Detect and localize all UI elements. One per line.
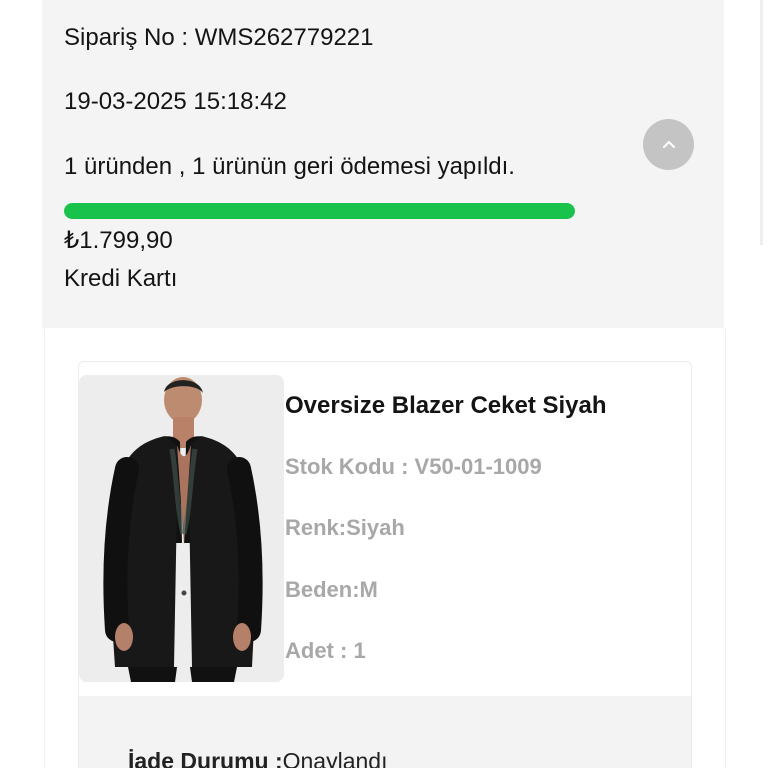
return-status-value: Onaylandı [282, 748, 388, 768]
product-color: Renk:Siyah [285, 515, 405, 540]
order-date: 19-03-2025 15:18:42 [64, 88, 287, 115]
collapse-button[interactable] [643, 119, 694, 170]
return-panel: İade Durumu :Onaylandı [79, 696, 691, 768]
product-section: Oversize Blazer Ceket Siyah Stok Kodu : … [44, 329, 726, 768]
refund-progress-bar [64, 203, 575, 219]
product-image [79, 375, 284, 682]
scroll-edge [760, 0, 763, 245]
refund-status-text: 1 üründen , 1 ürünün geri ödemesi yapıld… [64, 153, 515, 180]
chevron-up-icon [662, 140, 675, 148]
order-number: Sipariş No : WMS262779221 [64, 24, 374, 51]
stock-code: Stok Kodu : V50-01-1009 [285, 454, 542, 479]
return-status: İade Durumu :Onaylandı [128, 748, 387, 768]
order-summary: Sipariş No : WMS262779221 19-03-2025 15:… [42, 0, 724, 328]
order-details-page: Sipariş No : WMS262779221 19-03-2025 15:… [0, 0, 768, 768]
product-size: Beden:M [285, 577, 378, 602]
return-status-label: İade Durumu : [128, 748, 283, 768]
payment-method: Kredi Kartı [64, 265, 178, 292]
blazer-model-photo [79, 375, 284, 682]
product-title[interactable]: Oversize Blazer Ceket Siyah [285, 392, 607, 420]
refund-progress-fill [64, 203, 575, 219]
order-amount: ₺1.799,90 [64, 227, 173, 254]
product-card[interactable]: Oversize Blazer Ceket Siyah Stok Kodu : … [78, 361, 692, 768]
product-quantity: Adet : 1 [285, 638, 366, 663]
